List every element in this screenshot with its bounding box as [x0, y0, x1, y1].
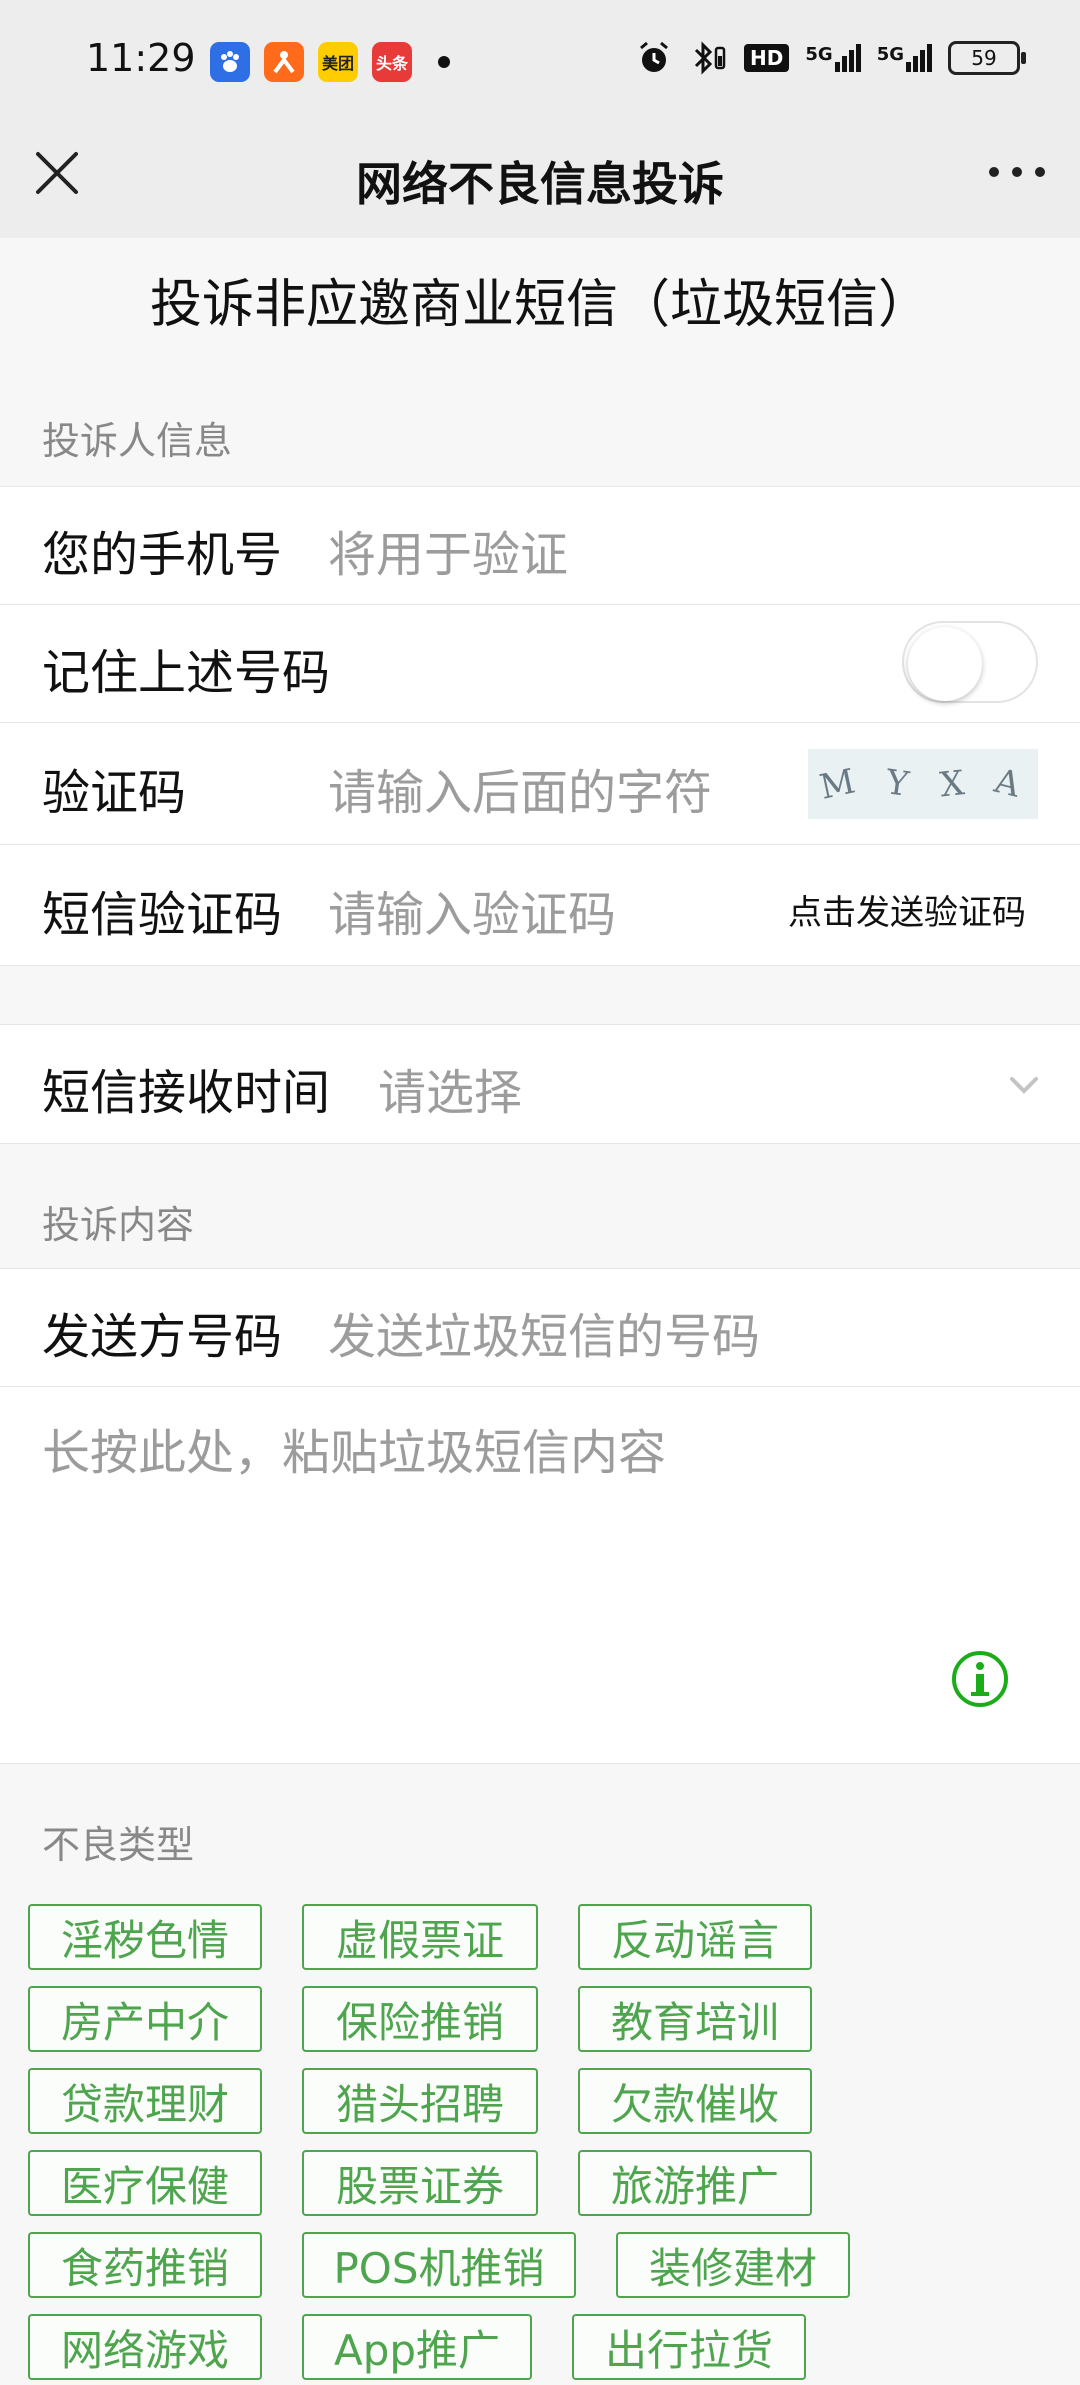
sms-code-input[interactable]: 请输入验证码	[328, 875, 616, 945]
more-icon[interactable]	[984, 148, 1050, 204]
remember-row: 记住上述号码	[0, 604, 1080, 723]
signal-5g-icon-2: 5G	[877, 44, 932, 72]
send-code-button[interactable]: 点击发送验证码	[788, 885, 1026, 934]
alarm-icon	[640, 41, 668, 72]
receive-time-row[interactable]: 短信接收时间 请选择	[0, 1024, 1080, 1144]
toutiao-app-label: 头条	[375, 54, 408, 73]
toutiao-app-icon: 头条	[372, 42, 412, 82]
battery-level: 59	[971, 46, 997, 70]
taobao-special-app-icon	[264, 42, 304, 82]
captcha-char: Y	[883, 762, 918, 806]
sender-row[interactable]: 发送方号码 发送垃圾短信的号码	[0, 1268, 1080, 1387]
toggle-knob	[908, 627, 982, 701]
receive-time-select[interactable]: 请选择	[378, 1053, 522, 1123]
captcha-label: 验证码	[42, 765, 187, 821]
message-textarea[interactable]: 长按此处，粘贴垃圾短信内容	[0, 1386, 1080, 1764]
page-title: 投诉非应邀商业短信（垃圾短信）	[149, 275, 930, 335]
tag-item[interactable]: App推广	[302, 2314, 532, 2380]
captcha-row: 验证码 请输入后面的字符 M Y X A	[0, 722, 1080, 845]
chevron-down-icon	[1010, 1077, 1038, 1094]
complainant-section-label: 投诉人信息	[42, 419, 233, 463]
notification-dot-icon	[438, 56, 450, 68]
status-indicators: HD 5G 5G 59	[636, 40, 1026, 76]
message-placeholder: 长按此处，粘贴垃圾短信内容	[42, 1425, 667, 1481]
captcha-input[interactable]: 请输入后面的字符	[328, 753, 712, 823]
status-bar: 11:29 美团 头条 HD 5G 5G 59	[0, 0, 1080, 120]
tag-item[interactable]: 出行拉货	[572, 2314, 806, 2380]
nav-bar: 网络不良信息投诉	[0, 120, 1080, 238]
tag-item[interactable]: 虚假票证	[302, 1904, 538, 1970]
tag-item[interactable]: POS机推销	[302, 2232, 576, 2298]
status-time: 11:29	[86, 36, 196, 80]
content-section-label: 投诉内容	[42, 1203, 195, 1247]
tag-item[interactable]: 淫秽色情	[28, 1904, 262, 1970]
form-content: 投诉非应邀商业短信（垃圾短信） 投诉人信息 您的手机号 将用于验证 记住上述号码…	[0, 238, 1080, 2385]
captcha-char: X	[937, 762, 972, 806]
nav-title: 网络不良信息投诉	[356, 157, 724, 211]
tag-item[interactable]: 欠款催收	[578, 2068, 812, 2134]
baidu-app-icon	[210, 42, 250, 82]
captcha-image[interactable]: M Y X A	[808, 749, 1038, 819]
sms-code-row: 短信验证码 请输入验证码 点击发送验证码	[0, 844, 1080, 966]
network-type-label: 5G	[805, 44, 833, 65]
phone-label: 您的手机号	[42, 527, 283, 583]
sender-input[interactable]: 发送垃圾短信的号码	[328, 1297, 760, 1367]
info-icon[interactable]	[950, 1649, 1010, 1709]
sender-label: 发送方号码	[42, 1309, 283, 1365]
phone-input[interactable]: 将用于验证	[328, 515, 568, 585]
meituan-app-icon: 美团	[318, 42, 358, 82]
meituan-app-label: 美团	[321, 54, 354, 73]
tag-item[interactable]: 网络游戏	[28, 2314, 262, 2380]
sms-code-label: 短信验证码	[42, 887, 283, 943]
tag-item[interactable]: 食药推销	[28, 2232, 262, 2298]
tag-item[interactable]: 股票证券	[302, 2150, 538, 2216]
remember-toggle[interactable]	[902, 621, 1038, 703]
captcha-char: M	[816, 760, 866, 808]
receive-time-label: 短信接收时间	[42, 1065, 331, 1121]
tag-item[interactable]: 反动谣言	[578, 1904, 812, 1970]
remember-label: 记住上述号码	[42, 645, 331, 701]
status-app-icons: 美团 头条	[210, 42, 450, 82]
tag-item[interactable]: 房产中介	[28, 1986, 262, 2052]
tag-item[interactable]: 猎头招聘	[302, 2068, 538, 2134]
signal-5g-icon: 5G	[805, 44, 861, 72]
tag-item[interactable]: 贷款理财	[28, 2068, 262, 2134]
phone-row[interactable]: 您的手机号 将用于验证	[0, 486, 1080, 605]
bluetooth-icon	[694, 41, 726, 75]
tag-item[interactable]: 装修建材	[616, 2232, 850, 2298]
types-section-label: 不良类型	[42, 1823, 195, 1867]
tag-item[interactable]: 旅游推广	[578, 2150, 812, 2216]
hd-badge: HD	[744, 44, 790, 72]
tag-item[interactable]: 保险推销	[302, 1986, 538, 2052]
tag-item[interactable]: 教育培训	[578, 1986, 812, 2052]
battery-icon: 59	[948, 41, 1026, 75]
tag-item[interactable]: 医疗保健	[28, 2150, 262, 2216]
captcha-char: A	[990, 760, 1030, 808]
network-type-label-2: 5G	[876, 44, 904, 65]
